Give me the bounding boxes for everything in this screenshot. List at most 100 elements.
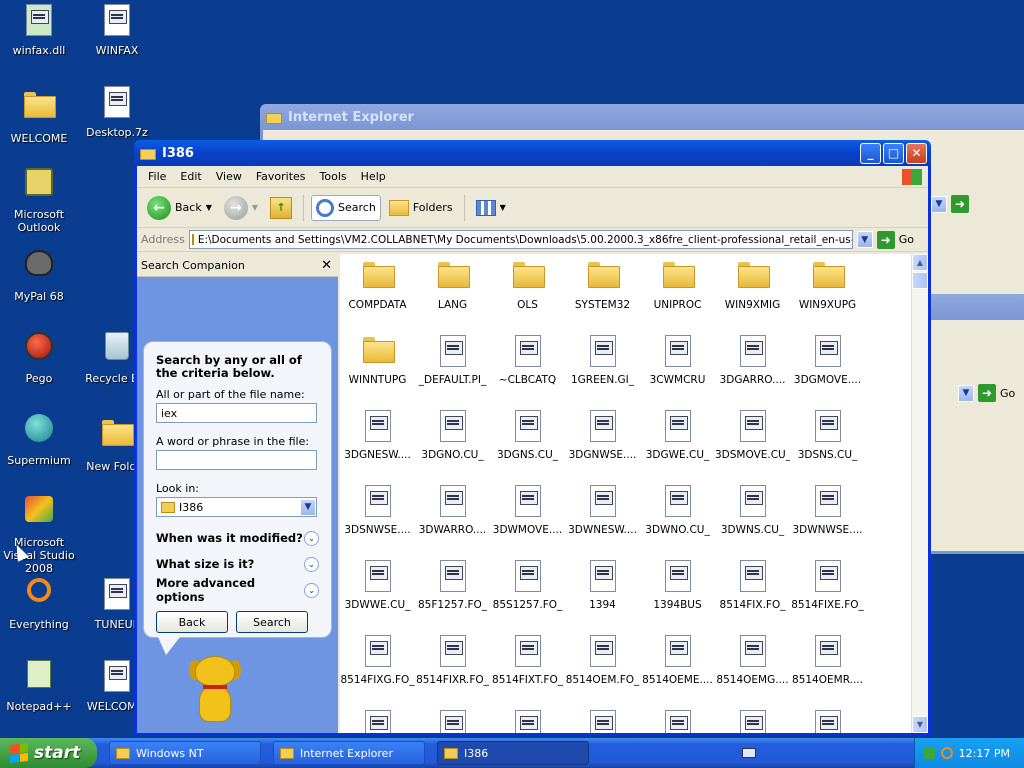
- folder-item[interactable]: UNIPROC: [640, 256, 715, 331]
- file-item[interactable]: 8514FIXE.FO_: [790, 556, 865, 631]
- file-item[interactable]: 3DGMOVE....: [790, 331, 865, 406]
- file-item[interactable]: [790, 706, 865, 733]
- file-item[interactable]: [565, 706, 640, 733]
- file-item[interactable]: 85F1257.FO_: [415, 556, 490, 631]
- file-item[interactable]: 3DWARRO....: [415, 481, 490, 556]
- file-item[interactable]: 3DSMOVE.CU_: [715, 406, 790, 481]
- go-arrow-icon[interactable]: ➜: [876, 230, 895, 249]
- folder-item[interactable]: WINNTUPG: [340, 331, 415, 406]
- file-item[interactable]: 3DSNWSE....: [340, 481, 415, 556]
- desktop-icon-winfax-dll[interactable]: winfax.dll: [0, 4, 78, 57]
- scroll-up-arrow[interactable]: ▲: [912, 254, 928, 271]
- file-list[interactable]: COMPDATA LANG OLS SYSTEM32 UNIPROC WIN9XMIG WI…: [340, 254, 911, 733]
- search-submit-button[interactable]: Search: [236, 611, 308, 633]
- file-item[interactable]: 8514OEMG....: [715, 631, 790, 706]
- folder-item[interactable]: WIN9XMIG: [715, 256, 790, 331]
- go-button[interactable]: Go: [899, 233, 914, 246]
- filename-input[interactable]: iex: [156, 403, 317, 423]
- chevron-double-down-icon[interactable]: ⌄: [304, 530, 319, 546]
- desktop-icon-desktop-7z[interactable]: Desktop.7z: [78, 86, 156, 139]
- chevron-down-icon[interactable]: ▼: [958, 384, 974, 402]
- maximize-button[interactable]: □: [883, 142, 904, 164]
- views-button[interactable]: ▼: [472, 197, 510, 219]
- up-folder-button[interactable]: ↑: [266, 194, 296, 222]
- file-item[interactable]: 1GREEN.GI_: [565, 331, 640, 406]
- chevron-down-icon[interactable]: ▼: [206, 203, 212, 212]
- folder-item[interactable]: SYSTEM32: [565, 256, 640, 331]
- desktop-icon-welcome[interactable]: WELCOME: [0, 86, 78, 145]
- option-size[interactable]: What size is it? ⌄: [156, 551, 319, 577]
- file-item[interactable]: 3DWNS.CU_: [715, 481, 790, 556]
- desktop-icon-everything[interactable]: Everything: [0, 578, 78, 631]
- file-item[interactable]: 3DGWE.CU_: [640, 406, 715, 481]
- file-item[interactable]: ~CLBCATQ: [490, 331, 565, 406]
- desktop-icon-supermium[interactable]: Supermium: [0, 414, 78, 467]
- address-input[interactable]: E:\Documents and Settings\VM2.COLLABNET\…: [188, 230, 853, 249]
- desktop-icon-winfax[interactable]: WINFAX: [78, 4, 156, 57]
- file-item[interactable]: 8514FIX.FO_: [715, 556, 790, 631]
- second-background-window[interactable]: ▼ ➜ Go: [925, 294, 1024, 554]
- task-i386[interactable]: I386: [437, 741, 589, 765]
- file-item[interactable]: 3DWNWSE....: [790, 481, 865, 556]
- search-tray-icon[interactable]: [940, 747, 953, 759]
- file-item[interactable]: 3DWNO.CU_: [640, 481, 715, 556]
- ie-titlebar[interactable]: Internet Explorer: [260, 104, 1024, 130]
- folder-item[interactable]: WIN9XUPG: [790, 256, 865, 331]
- desktop-icon-mypal[interactable]: MyPal 68: [0, 250, 78, 303]
- task-internet-explorer[interactable]: Internet Explorer: [273, 741, 425, 765]
- menu-favorites[interactable]: Favorites: [249, 170, 313, 183]
- explorer-window[interactable]: I386 _ □ ✕ File Edit View Favorites Tool…: [134, 140, 931, 736]
- search-dog-icon[interactable]: [189, 656, 247, 726]
- file-item[interactable]: 1394: [565, 556, 640, 631]
- file-item[interactable]: 8514FIXT.FO_: [490, 631, 565, 706]
- network-icon[interactable]: [922, 747, 935, 759]
- chevron-double-down-icon[interactable]: ⌄: [304, 582, 319, 598]
- chevron-double-down-icon[interactable]: ⌄: [304, 556, 319, 572]
- back-button[interactable]: ← Back ▼: [143, 193, 216, 223]
- menu-edit[interactable]: Edit: [173, 170, 208, 183]
- file-item[interactable]: 8514OEM.FO_: [565, 631, 640, 706]
- file-item[interactable]: 3DGNESW....: [340, 406, 415, 481]
- vertical-scrollbar[interactable]: ▲ ▼: [911, 254, 928, 733]
- start-button[interactable]: start: [0, 738, 97, 768]
- file-item[interactable]: 85S1257.FO_: [490, 556, 565, 631]
- file-item[interactable]: [715, 706, 790, 733]
- file-item[interactable]: 3DGNS.CU_: [490, 406, 565, 481]
- file-item[interactable]: [640, 706, 715, 733]
- chevron-down-icon[interactable]: ▼: [500, 203, 506, 212]
- desktop-icon-visual-studio[interactable]: Microsoft Visual Studio 2008: [0, 496, 78, 575]
- close-button[interactable]: ✕: [906, 142, 927, 164]
- file-item[interactable]: [415, 706, 490, 733]
- minimize-button[interactable]: _: [860, 142, 881, 164]
- file-item[interactable]: 8514FIXG.FO_: [340, 631, 415, 706]
- close-icon[interactable]: ✕: [321, 258, 332, 273]
- file-item[interactable]: [490, 706, 565, 733]
- folder-item[interactable]: LANG: [415, 256, 490, 331]
- go-arrow-icon[interactable]: ➜: [978, 384, 996, 402]
- file-item[interactable]: 3DGNWSE....: [565, 406, 640, 481]
- folders-button[interactable]: Folders: [385, 197, 457, 219]
- go-label[interactable]: Go: [1000, 387, 1015, 400]
- address-dropdown-button[interactable]: ▼: [856, 231, 873, 248]
- file-item[interactable]: 1394BUS: [640, 556, 715, 631]
- file-item[interactable]: 3DGNO.CU_: [415, 406, 490, 481]
- menu-help[interactable]: Help: [354, 170, 393, 183]
- file-item[interactable]: [340, 706, 415, 733]
- keyboard-icon[interactable]: [741, 748, 756, 758]
- menu-tools[interactable]: Tools: [313, 170, 354, 183]
- file-item[interactable]: 3DWNESW....: [565, 481, 640, 556]
- lookin-select[interactable]: I386 ▼: [156, 497, 317, 517]
- file-item[interactable]: 3DWMOVE....: [490, 481, 565, 556]
- desktop-icon-outlook[interactable]: Microsoft Outlook: [0, 168, 78, 234]
- scroll-thumb[interactable]: [912, 272, 928, 289]
- option-when-modified[interactable]: When was it modified? ⌄: [156, 525, 319, 551]
- menu-file[interactable]: File: [141, 170, 173, 183]
- desktop-icon-notepadpp[interactable]: Notepad++: [0, 660, 78, 713]
- file-item[interactable]: 3DSNS.CU_: [790, 406, 865, 481]
- desktop-icon-pego[interactable]: Pego: [0, 332, 78, 385]
- chevron-down-icon[interactable]: ▼: [931, 195, 947, 213]
- scroll-down-arrow[interactable]: ▼: [912, 716, 928, 733]
- file-item[interactable]: 3CWMCRU: [640, 331, 715, 406]
- folder-item[interactable]: COMPDATA: [340, 256, 415, 331]
- explorer-titlebar[interactable]: I386 _ □ ✕: [134, 140, 931, 166]
